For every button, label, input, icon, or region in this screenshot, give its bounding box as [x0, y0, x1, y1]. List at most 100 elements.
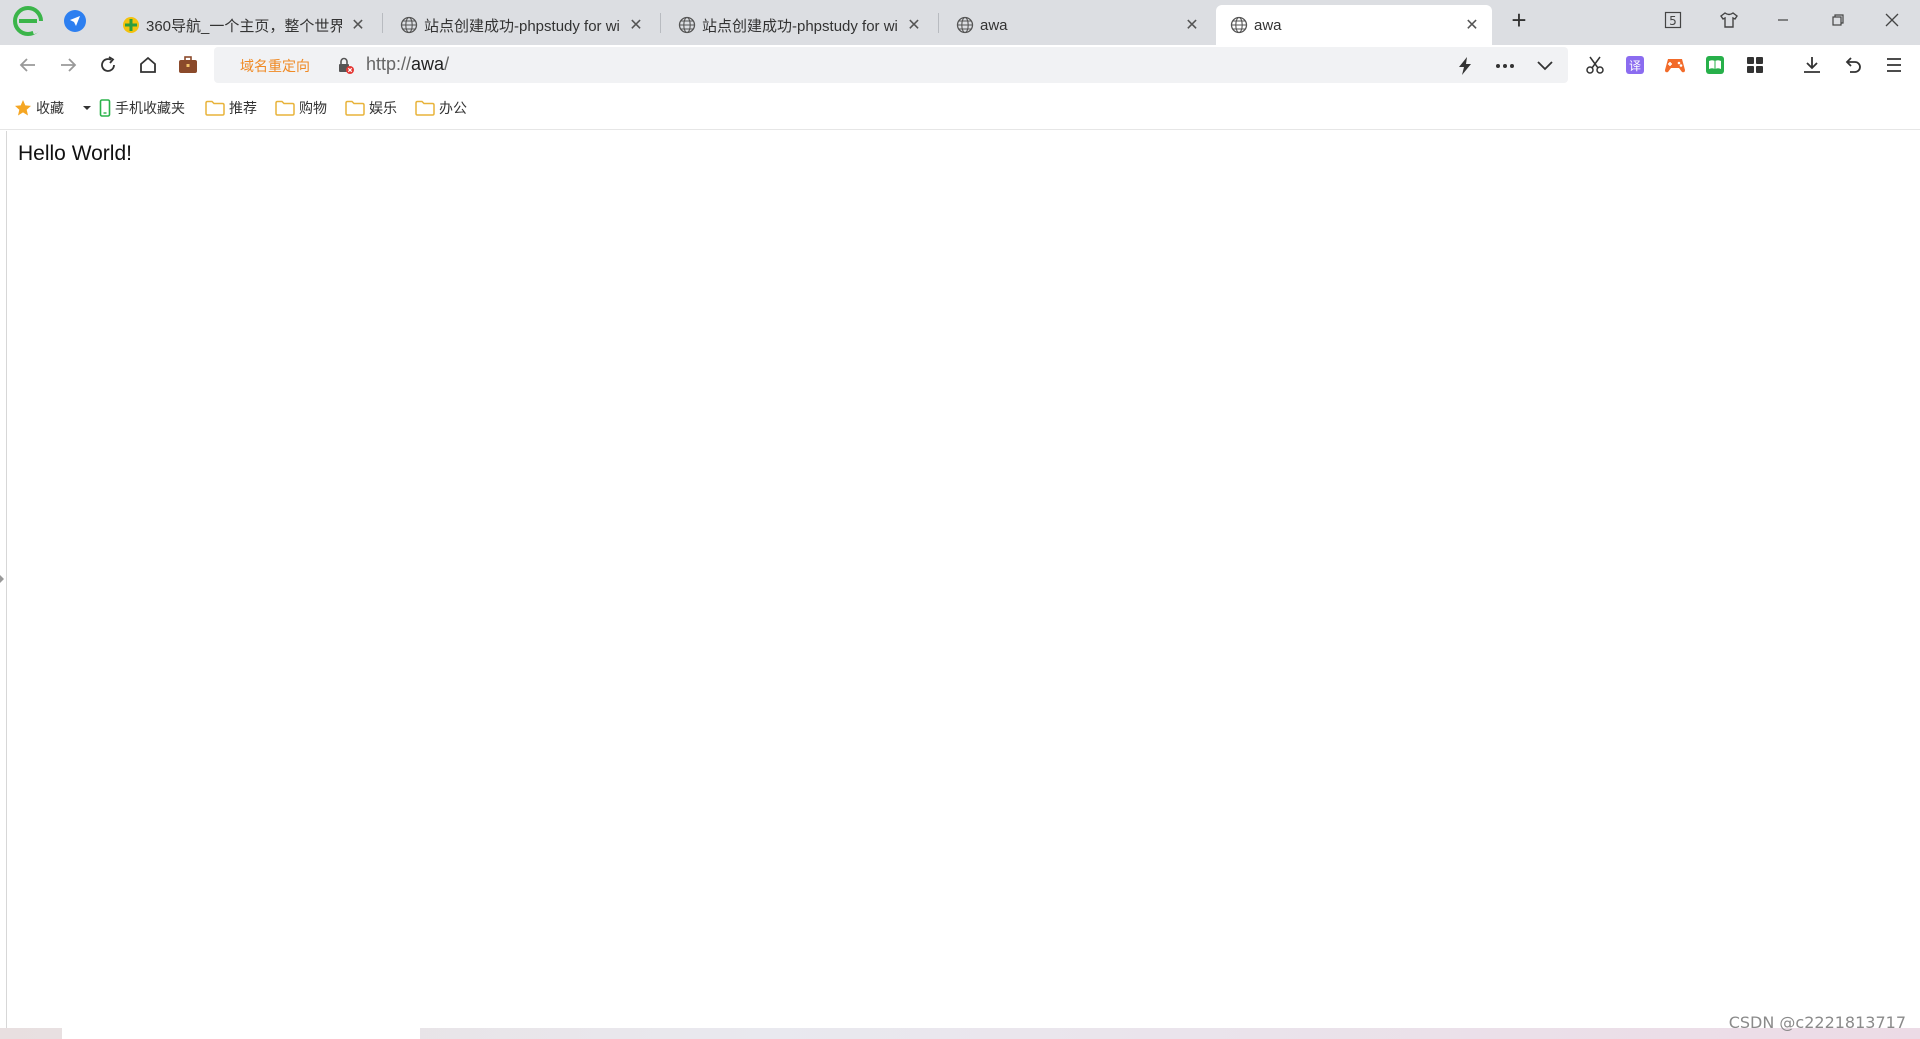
- tab-close-icon[interactable]: ✕: [628, 17, 644, 34]
- translate-icon: 译: [1626, 56, 1644, 74]
- undo-icon: [1845, 57, 1861, 73]
- chevron-down-icon: [1537, 61, 1553, 71]
- bookmark-label: 推荐: [229, 101, 257, 117]
- bookmark-label: 手机收藏夹: [115, 101, 185, 117]
- globe-icon: [678, 16, 696, 34]
- home-button[interactable]: [136, 53, 160, 77]
- bookmark-folder-office[interactable]: 办公: [415, 98, 467, 118]
- more-options-button[interactable]: [1494, 55, 1516, 77]
- tab-close-icon[interactable]: ✕: [906, 17, 922, 34]
- star-icon: [15, 100, 31, 116]
- close-window-button[interactable]: [1877, 6, 1907, 34]
- lightning-icon: [1459, 57, 1471, 75]
- bookmark-favorites[interactable]: 收藏: [14, 98, 64, 118]
- screenshot-button[interactable]: [1583, 53, 1607, 77]
- back-button[interactable]: [16, 53, 40, 77]
- translate-button[interactable]: 译: [1623, 53, 1647, 77]
- caret-down-icon: [83, 106, 91, 110]
- hamburger-menu-icon: [1887, 58, 1901, 72]
- toolbox-button[interactable]: [176, 53, 200, 77]
- download-button[interactable]: [1800, 53, 1824, 77]
- phone-icon: [99, 99, 111, 117]
- tab-label: 360导航_一个主页，整个世界: [146, 17, 342, 35]
- reader-button[interactable]: [1703, 53, 1727, 77]
- globe-icon: [956, 16, 974, 34]
- tab-separator: [382, 13, 383, 33]
- gamepad-icon: [1665, 59, 1685, 73]
- arrow-left-icon: [19, 58, 35, 72]
- tab-count-badge: 5: [1669, 14, 1677, 28]
- tab-separator: [660, 13, 661, 33]
- page-viewport: Hello World!: [0, 131, 1920, 1028]
- reload-icon: [101, 56, 115, 72]
- bookmark-label: 收藏: [36, 101, 64, 117]
- new-tab-button[interactable]: +: [1506, 7, 1532, 34]
- tab-label: awa: [980, 16, 1008, 34]
- tab-label: awa: [1254, 16, 1282, 34]
- url-text[interactable]: http://awa/: [366, 54, 449, 75]
- scissors-icon: [1586, 56, 1604, 74]
- taskbar-item: [62, 1028, 420, 1039]
- book-icon: [1706, 56, 1724, 74]
- page-body-text: Hello World!: [18, 142, 132, 165]
- reload-button[interactable]: [96, 53, 120, 77]
- folder-icon: [415, 100, 435, 116]
- undo-close-button[interactable]: [1841, 53, 1865, 77]
- 360-nav-icon: [123, 17, 139, 33]
- tab-close-icon[interactable]: ✕: [350, 17, 366, 34]
- svg-text:译: 译: [1629, 59, 1641, 73]
- grid-icon: [1747, 57, 1763, 73]
- address-dropdown-button[interactable]: [1534, 55, 1556, 77]
- tab-count-button[interactable]: 5: [1658, 6, 1688, 34]
- bookmark-folder-recommend[interactable]: 推荐: [205, 98, 257, 118]
- tab-awa-1[interactable]: awa ✕: [942, 5, 1212, 45]
- minimize-button[interactable]: [1768, 6, 1798, 34]
- browser-logo-icon[interactable]: [13, 6, 43, 36]
- arrow-right-icon: [61, 58, 77, 72]
- watermark: CSDN @c2221813717: [1728, 1013, 1906, 1032]
- tab-close-icon[interactable]: ✕: [1184, 17, 1200, 34]
- tab-phpstudy-2[interactable]: 站点创建成功-phpstudy for windows ✕: [664, 5, 934, 45]
- tab-awa-active[interactable]: awa ✕: [1216, 5, 1492, 45]
- url-host: awa: [411, 54, 445, 74]
- bookmarks-bar: 收藏 手机收藏夹 推荐 购物 娱乐 办公: [0, 85, 1920, 130]
- bookmark-folder-shopping[interactable]: 购物: [275, 98, 327, 118]
- tab-phpstudy-1[interactable]: 站点创建成功-phpstudy for windows ✕: [386, 5, 656, 45]
- apps-button[interactable]: [1743, 53, 1767, 77]
- address-bar[interactable]: 域名重定向 http://awa/: [214, 47, 1568, 83]
- domain-redirect-label[interactable]: 域名重定向: [240, 56, 310, 76]
- tab-count-icon: 5: [1664, 11, 1682, 29]
- main-menu-button[interactable]: [1882, 53, 1906, 77]
- bookmark-mobile-favorites[interactable]: 手机收藏夹: [99, 98, 185, 118]
- navigation-toolbar: 域名重定向 http://awa/ 译: [0, 45, 1920, 85]
- tab-label: 站点创建成功-phpstudy for windows: [424, 17, 620, 35]
- insecure-lock-icon[interactable]: [336, 56, 354, 74]
- sidebar-edge: [6, 131, 7, 1028]
- bookmark-folder-entertainment[interactable]: 娱乐: [345, 98, 397, 118]
- forward-button[interactable]: [56, 53, 80, 77]
- tab-360-nav[interactable]: 360导航_一个主页，整个世界 ✕: [108, 5, 378, 45]
- restore-icon: [1832, 14, 1844, 26]
- tab-close-icon[interactable]: ✕: [1464, 17, 1480, 34]
- url-scheme: http://: [366, 54, 412, 74]
- url-path: /: [444, 54, 450, 74]
- home-icon: [140, 56, 156, 73]
- folder-icon: [205, 100, 225, 116]
- tab-label: 站点创建成功-phpstudy for windows: [702, 17, 898, 35]
- tab-separator: [938, 13, 939, 33]
- game-button[interactable]: [1663, 53, 1687, 77]
- download-icon: [1804, 57, 1820, 73]
- skin-button[interactable]: [1714, 6, 1744, 34]
- favorites-dropdown[interactable]: [82, 98, 96, 118]
- pinned-tab-navigate-icon[interactable]: [64, 10, 86, 32]
- close-icon: [1885, 13, 1899, 27]
- speed-mode-button[interactable]: [1454, 55, 1476, 77]
- bookmark-label: 办公: [439, 101, 467, 117]
- bookmark-label: 购物: [299, 101, 327, 117]
- tab-strip: 360导航_一个主页，整个世界 ✕ 站点创建成功-phpstudy for wi…: [0, 0, 1920, 45]
- sidebar-expand-icon[interactable]: [0, 575, 4, 583]
- folder-icon: [345, 100, 365, 116]
- folder-icon: [275, 100, 295, 116]
- globe-icon: [400, 16, 418, 34]
- restore-button[interactable]: [1823, 6, 1853, 34]
